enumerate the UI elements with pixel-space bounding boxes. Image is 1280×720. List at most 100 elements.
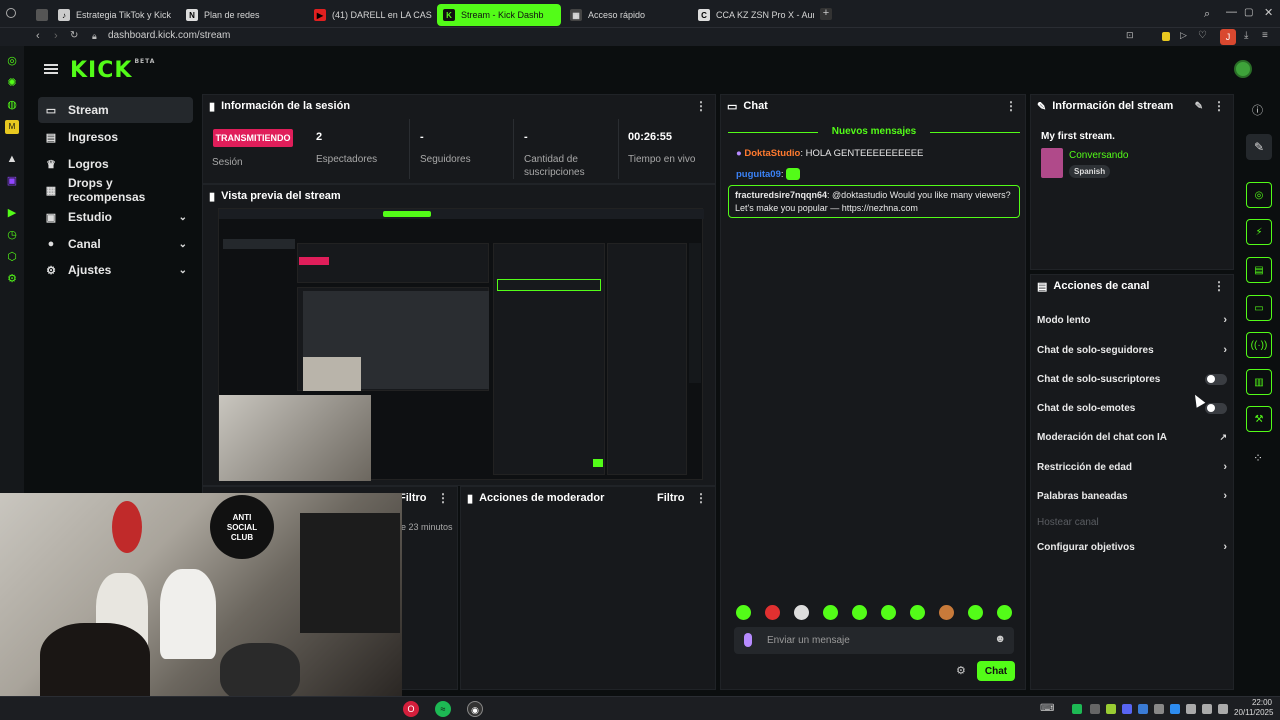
twitch-icon[interactable]: ▣ [5, 174, 19, 188]
tray-app-icon[interactable] [1138, 704, 1148, 714]
action-moderacion-ia[interactable]: Moderación del chat con IA ↗ [1037, 428, 1227, 446]
action-configurar-objetivos[interactable]: Configurar objetivos › [1037, 538, 1227, 556]
emote-icon[interactable] [997, 605, 1012, 620]
sidebar-item-ingresos[interactable]: ▤ Ingresos [38, 124, 193, 150]
kebab-icon[interactable]: ⋮ [695, 99, 707, 113]
kebab-icon[interactable]: ⋮ [437, 491, 449, 505]
sidebar-item-ajustes[interactable]: ⚙ Ajustes ⌄ [38, 257, 193, 283]
tray-app-icon[interactable] [1154, 704, 1164, 714]
tray-app-icon[interactable] [1090, 704, 1100, 714]
network-icon[interactable] [1202, 704, 1212, 714]
sidebar-item-stream[interactable]: ▭ Stream [38, 97, 193, 123]
tab-list-icon[interactable] [36, 4, 50, 26]
sidebar-item-logros[interactable]: ♛ Logros [38, 151, 193, 177]
rail-wrench-button[interactable]: ⚒ [1246, 406, 1272, 432]
play-icon[interactable]: ▷ [1180, 30, 1187, 41]
tab-youtube[interactable]: ▶ (41) DARELL en LA CASA [314, 4, 432, 26]
sidebar-item-canal[interactable]: ● Canal ⌄ [38, 231, 193, 257]
stream-preview-video[interactable] [218, 208, 704, 481]
kebab-icon[interactable]: ⋮ [1005, 99, 1017, 113]
aria-icon[interactable]: ◎ [5, 54, 19, 68]
reload-icon[interactable]: ↻ [70, 30, 78, 41]
rail-lightning-button[interactable]: ⚡︎ [1246, 219, 1272, 245]
emote-icon[interactable] [881, 605, 896, 620]
tab-kick-dashboard[interactable]: K Stream - Kick Dashb [437, 4, 561, 26]
tray-discord-icon[interactable] [1122, 704, 1132, 714]
sidebar-item-estudio[interactable]: ▣ Estudio ⌄ [38, 204, 193, 230]
chatgpt-icon[interactable]: ✺ [5, 76, 19, 90]
emote-icon[interactable] [736, 605, 751, 620]
add-widget-icon[interactable]: ⁘ [1253, 451, 1263, 465]
category-link[interactable]: Conversando [1069, 150, 1128, 161]
close-icon[interactable]: ✕ [1264, 6, 1273, 19]
keyboard-icon[interactable]: ⌨ [1040, 703, 1054, 714]
action-modo-lento[interactable]: Modo lento › [1037, 311, 1227, 329]
pin-icon[interactable]: ⊡ [1126, 30, 1134, 41]
emote-icon[interactable] [823, 605, 838, 620]
emote-only-toggle[interactable] [1205, 402, 1227, 414]
kick-rail-icon[interactable]: ▲ [5, 152, 19, 166]
emote-icon[interactable] [910, 605, 925, 620]
emote-icon[interactable] [968, 605, 983, 620]
kebab-icon[interactable]: ⋮ [1213, 279, 1225, 293]
browser-menu-icon[interactable] [6, 8, 16, 18]
sidebar-item-drops[interactable]: ▦ Drops y recompensas [38, 176, 193, 204]
spotify-icon[interactable]: ≈ [435, 701, 451, 717]
history-icon[interactable]: ◷ [5, 228, 19, 242]
forward-icon[interactable]: › [54, 30, 58, 42]
rail-document-button[interactable]: ▤ [1246, 257, 1272, 283]
volume-icon[interactable] [1218, 704, 1228, 714]
action-solo-seguidores[interactable]: Chat de solo-seguidores › [1037, 341, 1227, 359]
obs-icon[interactable]: ◉ [467, 701, 483, 717]
back-icon[interactable]: ‹ [36, 30, 40, 42]
send-chat-button[interactable]: Chat [977, 661, 1015, 681]
shield-icon[interactable] [1162, 32, 1170, 41]
rail-list-button[interactable]: ▥ [1246, 369, 1272, 395]
tab-estrategia[interactable]: ♪ Estrategia TikTok y Kick [58, 4, 178, 26]
emote-icon[interactable] [794, 605, 809, 620]
emoji-icon[interactable]: ☻ [994, 633, 1006, 645]
heart-icon[interactable]: ♡ [1198, 30, 1207, 41]
tab-cca[interactable]: C CCA KZ ZSN Pro X - Auri [698, 4, 814, 26]
subs-only-toggle[interactable] [1205, 373, 1227, 385]
action-restriccion-edad[interactable]: Restricción de edad › [1037, 458, 1227, 476]
extensions-icon[interactable]: ⬡ [5, 250, 19, 264]
chat-username[interactable]: DoktaStudio [744, 148, 800, 159]
edit-layout-icon[interactable]: ✎ [1246, 134, 1272, 160]
network-icon[interactable] [1186, 704, 1196, 714]
tray-app-icon[interactable] [1170, 704, 1180, 714]
mail-icon[interactable]: M [5, 120, 19, 134]
maximize-icon[interactable]: ▢ [1244, 7, 1253, 18]
chat-username[interactable]: puguita09 [736, 169, 781, 180]
chat-username[interactable]: fracturedsire7nqqn64 [735, 190, 827, 200]
emote-icon[interactable] [939, 605, 954, 620]
rail-preview-button[interactable]: ◎ [1246, 182, 1272, 208]
new-tab-icon[interactable]: + [820, 8, 832, 20]
clock[interactable]: 22:00 20/11/2025 [1234, 698, 1273, 718]
kick-logo[interactable]: KICK BETA [70, 58, 155, 83]
filter-button[interactable]: Filtro [399, 492, 427, 504]
tab-plan[interactable]: N Plan de redes [186, 4, 306, 26]
settings-rail-icon[interactable]: ⚙ [5, 272, 19, 286]
menu-icon[interactable] [44, 64, 58, 74]
minimize-icon[interactable]: — [1226, 6, 1237, 18]
rail-broadcast-button[interactable]: ((·)) [1246, 332, 1272, 358]
tab-acceso-rapido[interactable]: ▦ Acceso rápido [570, 4, 690, 26]
rail-chat-button[interactable]: ▭ [1246, 295, 1272, 321]
opera-icon[interactable]: O [403, 701, 419, 717]
action-palabras-baneadas[interactable]: Palabras baneadas › [1037, 487, 1227, 505]
emote-icon[interactable] [765, 605, 780, 620]
tray-spotify-icon[interactable] [1072, 704, 1082, 714]
emote-icon[interactable] [852, 605, 867, 620]
more-icon[interactable]: ≡ [1262, 30, 1268, 41]
mod-filter-button[interactable]: Filtro [657, 492, 685, 504]
chat-input[interactable]: Enviar un mensaje ☻ [734, 627, 1014, 654]
user-avatar[interactable] [1234, 60, 1252, 78]
kebab-icon[interactable]: ⋮ [695, 491, 707, 505]
info-icon[interactable]: ⓘ [1252, 102, 1263, 118]
chat-settings-icon[interactable]: ⚙ [956, 664, 966, 677]
profile-avatar[interactable]: J [1220, 29, 1236, 45]
whatsapp-icon[interactable]: ◍ [5, 98, 19, 112]
kebab-icon[interactable]: ⋮ [1213, 99, 1225, 113]
edit-icon[interactable]: ✎ [1195, 101, 1203, 112]
